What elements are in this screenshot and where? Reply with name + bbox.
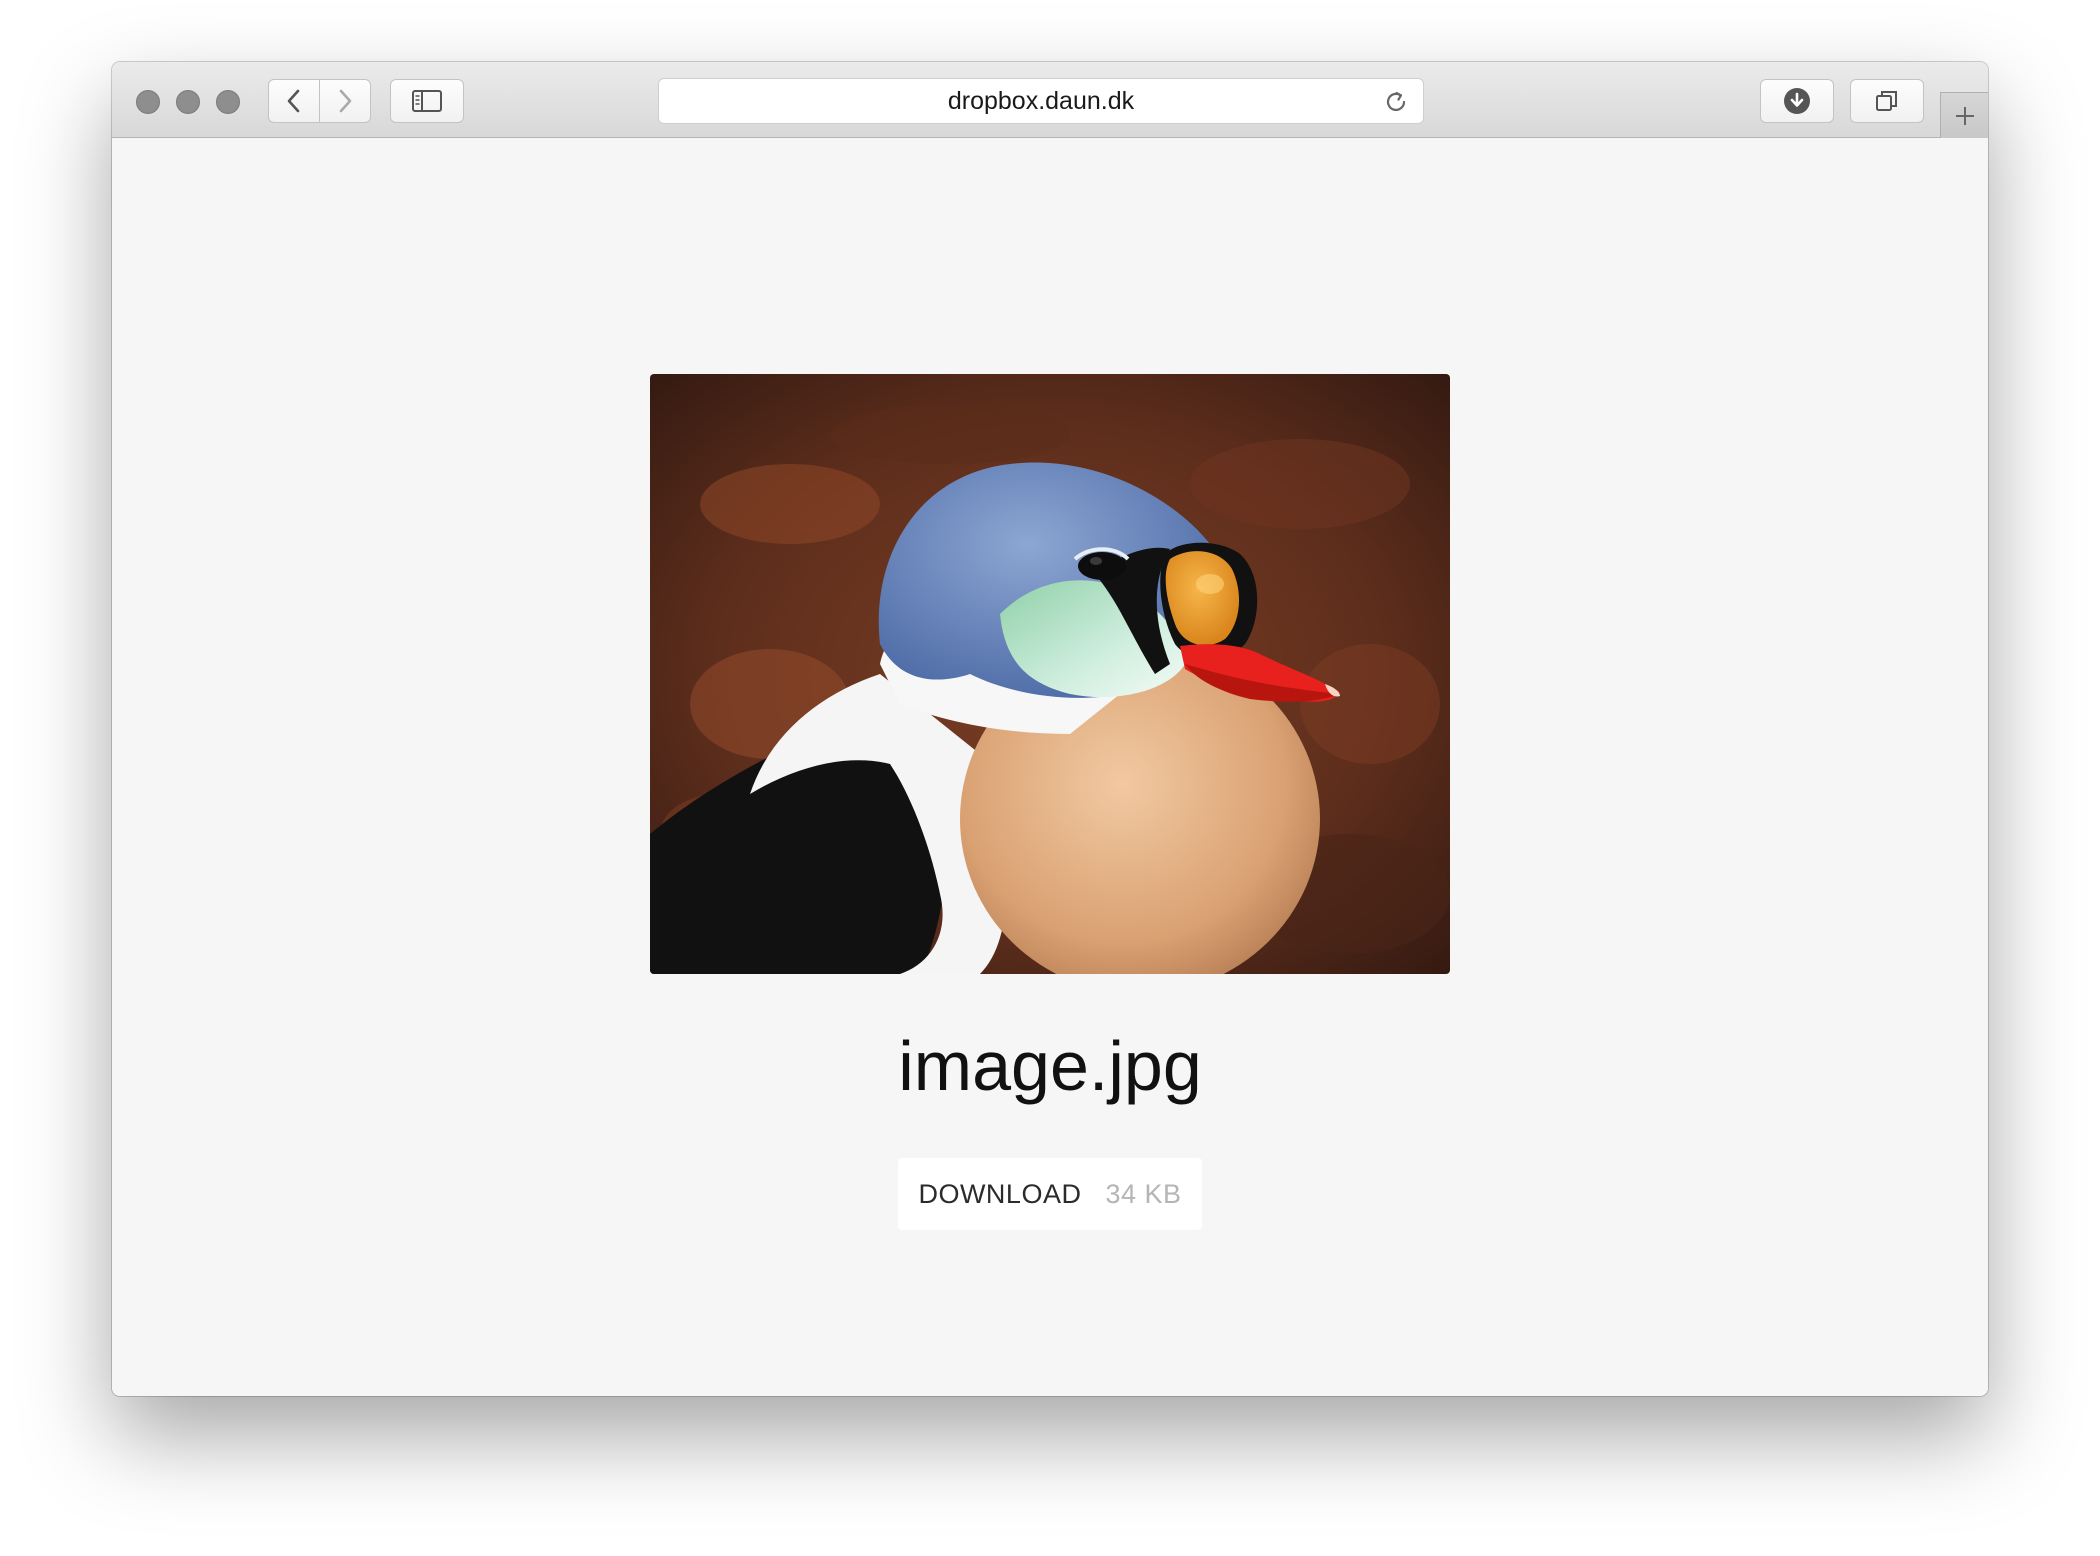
forward-button[interactable] bbox=[319, 79, 371, 123]
plus-icon bbox=[1955, 106, 1974, 125]
address-bar[interactable]: dropbox.daun.dk bbox=[658, 78, 1424, 124]
download-icon bbox=[1784, 88, 1810, 114]
browser-toolbar: dropbox.daun.dk bbox=[112, 62, 1988, 138]
page-content: image.jpg DOWNLOAD 34 KB bbox=[112, 138, 1988, 1396]
reload-icon[interactable] bbox=[1383, 89, 1409, 115]
tab-overview-icon bbox=[1876, 91, 1897, 111]
download-label: DOWNLOAD bbox=[918, 1178, 1082, 1209]
file-size: 34 KB bbox=[1105, 1178, 1182, 1209]
image-preview bbox=[650, 374, 1450, 974]
file-name: image.jpg bbox=[898, 1027, 1202, 1105]
browser-window: dropbox.daun.dk image.jpg DOWNLOAD 34 KB bbox=[112, 62, 1988, 1396]
back-button[interactable] bbox=[268, 79, 320, 123]
download-button[interactable]: DOWNLOAD 34 KB bbox=[898, 1158, 1202, 1230]
chevron-right-icon bbox=[339, 89, 352, 113]
sidebar-icon bbox=[412, 90, 442, 112]
chevron-left-icon bbox=[287, 89, 300, 113]
close-window-button[interactable] bbox=[136, 90, 160, 114]
minimize-window-button[interactable] bbox=[176, 90, 200, 114]
downloads-button[interactable] bbox=[1760, 79, 1834, 123]
new-tab-button[interactable] bbox=[1940, 92, 1988, 138]
tab-overview-button[interactable] bbox=[1850, 79, 1924, 123]
url-text: dropbox.daun.dk bbox=[947, 86, 1135, 115]
zoom-window-button[interactable] bbox=[216, 90, 240, 114]
sidebar-button[interactable] bbox=[390, 79, 464, 123]
